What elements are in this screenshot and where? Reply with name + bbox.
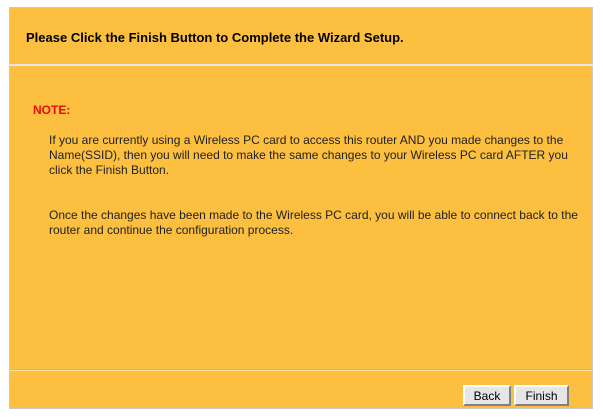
note-label: NOTE: — [33, 103, 71, 117]
top-divider — [9, 64, 593, 66]
note-paragraph-reconnect: Once the changes have been made to the W… — [49, 208, 578, 237]
bottom-divider — [9, 369, 593, 371]
note-paragraph-wireless-card: If you are currently using a Wireless PC… — [49, 133, 568, 177]
back-button[interactable]: Back — [463, 385, 511, 406]
finish-button[interactable]: Finish — [514, 385, 569, 406]
wizard-title: Please Click the Finish Button to Comple… — [26, 30, 404, 45]
